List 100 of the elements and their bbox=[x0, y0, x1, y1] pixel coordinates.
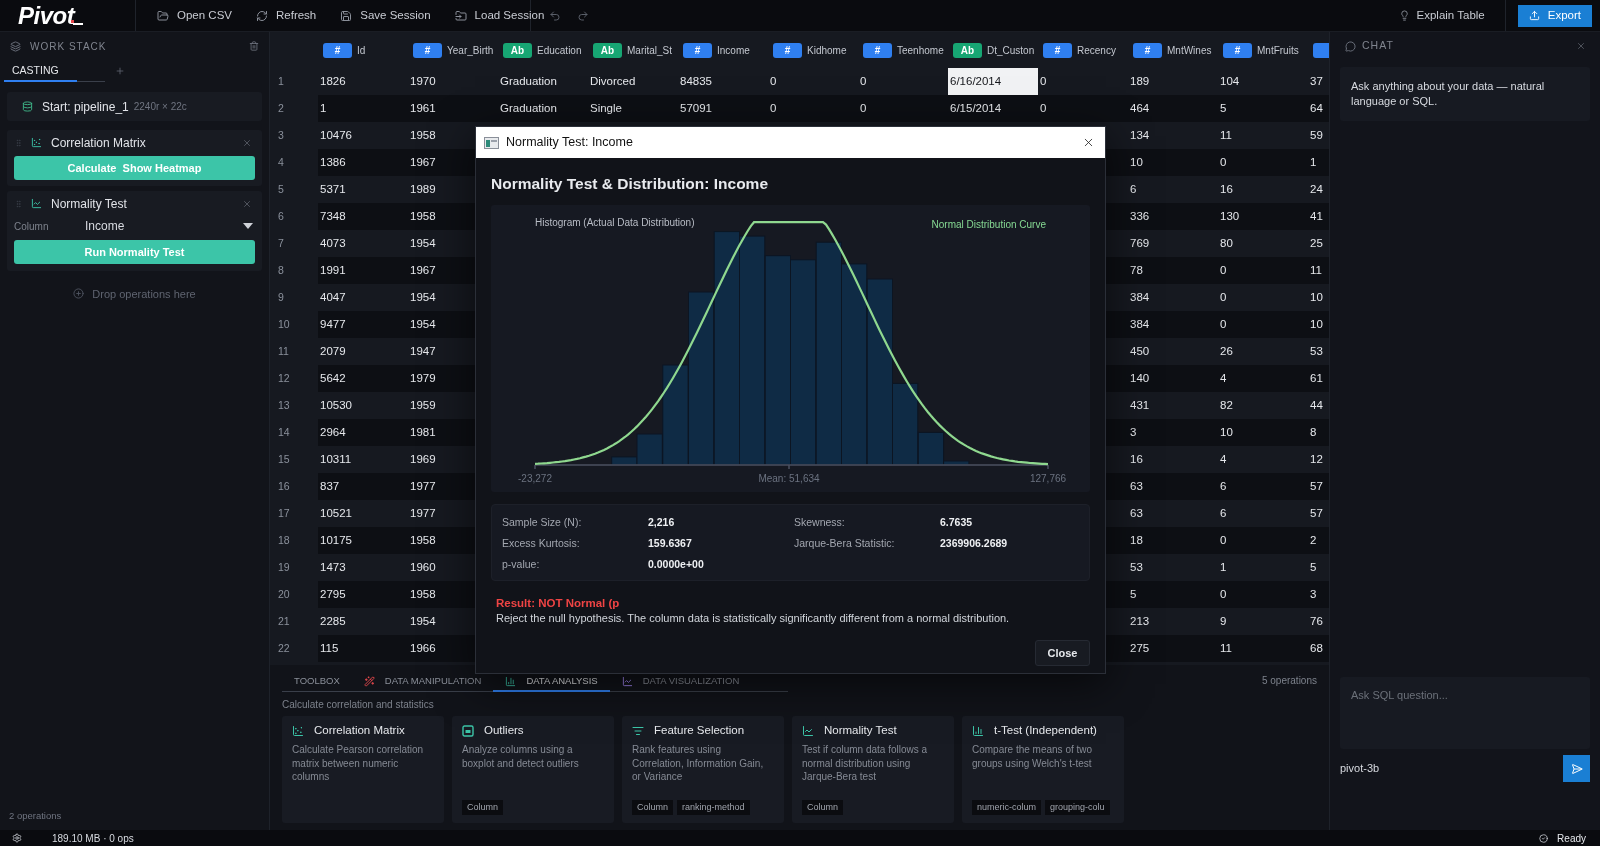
add-tab-icon[interactable] bbox=[115, 66, 125, 76]
table-cell[interactable]: 16 bbox=[1128, 446, 1218, 473]
trash-icon[interactable] bbox=[249, 41, 259, 51]
table-cell[interactable]: 275 bbox=[1128, 635, 1218, 662]
table-cell[interactable]: 18 bbox=[1128, 527, 1218, 554]
table-cell[interactable]: 140 bbox=[1128, 365, 1218, 392]
table-cell[interactable]: 5 bbox=[1128, 581, 1218, 608]
table-cell[interactable]: 25 bbox=[1308, 230, 1329, 257]
table-cell[interactable]: 0 bbox=[1218, 527, 1308, 554]
table-cell[interactable]: 5371 bbox=[318, 176, 408, 203]
table-cell[interactable]: 84835 bbox=[678, 68, 768, 95]
toolbar-button[interactable]: Refresh bbox=[247, 3, 326, 28]
close-icon[interactable] bbox=[1082, 136, 1095, 149]
tool-card[interactable]: t-Test (Independent) Compare the means of two groups using Welch's t-test numeric-colum grouping-colu bbox=[962, 716, 1124, 823]
table-cell[interactable]: 464 bbox=[1128, 95, 1218, 122]
table-cell[interactable]: 44 bbox=[1308, 392, 1329, 419]
table-cell[interactable]: 0 bbox=[1218, 257, 1308, 284]
table-cell[interactable]: 134 bbox=[1128, 122, 1218, 149]
table-cell[interactable]: 1826 bbox=[318, 68, 408, 95]
column-name[interactable]: Year_Birth bbox=[447, 42, 494, 58]
table-cell[interactable]: 2285 bbox=[318, 608, 408, 635]
table-cell[interactable]: 1970 bbox=[408, 68, 498, 95]
column-select[interactable]: Income bbox=[85, 217, 255, 236]
table-cell[interactable]: 53 bbox=[1128, 554, 1218, 581]
table-cell[interactable]: 450 bbox=[1128, 338, 1218, 365]
table-cell[interactable]: 6 bbox=[1128, 176, 1218, 203]
table-cell[interactable]: 2795 bbox=[318, 581, 408, 608]
table-cell[interactable]: 0 bbox=[858, 68, 948, 95]
table-cell[interactable]: 7348 bbox=[318, 203, 408, 230]
table-cell[interactable]: 80 bbox=[1218, 230, 1308, 257]
table-cell[interactable]: 59 bbox=[1308, 122, 1329, 149]
column-name[interactable]: Dt_Custon bbox=[987, 42, 1035, 58]
table-cell[interactable]: 769 bbox=[1128, 230, 1218, 257]
table-cell[interactable]: 1 bbox=[1308, 149, 1329, 176]
table-cell[interactable]: 4 bbox=[1218, 446, 1308, 473]
category-tab[interactable]: DATA MANIPULATION bbox=[351, 673, 494, 692]
send-button[interactable] bbox=[1563, 755, 1590, 782]
export-button[interactable]: Export bbox=[1517, 4, 1592, 27]
close-button[interactable]: Close bbox=[1035, 640, 1090, 666]
table-cell[interactable]: 0 bbox=[768, 68, 858, 95]
table-cell[interactable]: 0 bbox=[858, 95, 948, 122]
table-cell[interactable]: 1991 bbox=[318, 257, 408, 284]
column-name[interactable]: MntWines bbox=[1167, 42, 1212, 58]
table-cell[interactable]: 57 bbox=[1308, 473, 1329, 500]
table-cell[interactable]: 10476 bbox=[318, 122, 408, 149]
redo-icon[interactable] bbox=[577, 9, 589, 22]
table-cell[interactable]: 3 bbox=[1308, 581, 1329, 608]
table-cell[interactable]: 8 bbox=[1308, 419, 1329, 446]
column-name[interactable]: Teenhome bbox=[897, 42, 944, 58]
table-cell[interactable]: 61 bbox=[1308, 365, 1329, 392]
table-cell[interactable]: 10311 bbox=[318, 446, 408, 473]
column-name[interactable]: Id bbox=[357, 42, 366, 58]
table-cell[interactable]: 4 bbox=[1218, 365, 1308, 392]
table-cell[interactable]: 24 bbox=[1308, 176, 1329, 203]
table-cell[interactable]: 12 bbox=[1308, 446, 1329, 473]
table-cell[interactable]: 78 bbox=[1128, 257, 1218, 284]
table-cell[interactable]: 0 bbox=[1038, 68, 1128, 95]
table-cell[interactable]: 2964 bbox=[318, 419, 408, 446]
table-cell[interactable]: 0 bbox=[1218, 581, 1308, 608]
table-cell[interactable]: 57091 bbox=[678, 95, 768, 122]
column-name[interactable]: Income bbox=[717, 42, 750, 58]
table-cell[interactable]: Graduation bbox=[498, 68, 588, 95]
table-cell[interactable]: 10 bbox=[1128, 149, 1218, 176]
table-cell[interactable]: 9 bbox=[1218, 608, 1308, 635]
column-name[interactable]: Recency bbox=[1077, 42, 1116, 58]
column-name[interactable]: Kidhome bbox=[807, 42, 847, 58]
tool-card[interactable]: Feature Selection Rank features using Correlation, Information Gain, or Variance Column ranking-method bbox=[622, 716, 784, 823]
table-cell[interactable]: 6 bbox=[1218, 473, 1308, 500]
table-cell[interactable]: 41 bbox=[1308, 203, 1329, 230]
table-cell[interactable]: 1961 bbox=[408, 95, 498, 122]
table-cell[interactable]: 1473 bbox=[318, 554, 408, 581]
explain-table-button[interactable]: Explain Table bbox=[1392, 3, 1491, 28]
table-cell[interactable]: 0 bbox=[1038, 95, 1128, 122]
table-cell[interactable]: 4047 bbox=[318, 284, 408, 311]
column-name[interactable]: MntFruits bbox=[1257, 42, 1299, 58]
table-cell[interactable]: 64 bbox=[1308, 95, 1329, 122]
table-cell[interactable]: 384 bbox=[1128, 284, 1218, 311]
table-cell[interactable]: 10 bbox=[1218, 419, 1308, 446]
toolbar-button[interactable]: Open CSV bbox=[148, 3, 241, 28]
table-cell[interactable]: 213 bbox=[1128, 608, 1218, 635]
table-cell[interactable]: 431 bbox=[1128, 392, 1218, 419]
toolbar-button[interactable]: Save Session bbox=[331, 3, 440, 28]
table-cell[interactable]: 2079 bbox=[318, 338, 408, 365]
table-cell[interactable]: 53 bbox=[1308, 338, 1329, 365]
table-cell[interactable]: 10521 bbox=[318, 500, 408, 527]
table-cell[interactable]: 5642 bbox=[318, 365, 408, 392]
table-cell[interactable]: 1 bbox=[1218, 554, 1308, 581]
table-cell[interactable]: 0 bbox=[1218, 311, 1308, 338]
tool-card[interactable]: Normality Test Test if column data follows a normal distribution using Jarque-Bera test Column bbox=[792, 716, 954, 823]
stack-tab[interactable]: CASTING bbox=[4, 61, 77, 82]
table-cell[interactable]: 5 bbox=[1308, 554, 1329, 581]
table-cell[interactable]: 0 bbox=[1218, 284, 1308, 311]
drag-handle-icon[interactable] bbox=[14, 137, 23, 148]
toolbar-button[interactable]: Load Session bbox=[445, 3, 554, 28]
table-cell[interactable]: Single bbox=[588, 95, 678, 122]
table-cell[interactable]: 68 bbox=[1308, 635, 1329, 662]
table-cell[interactable]: 11 bbox=[1218, 635, 1308, 662]
table-cell[interactable]: 4073 bbox=[318, 230, 408, 257]
table-cell[interactable]: 82 bbox=[1218, 392, 1308, 419]
table-cell[interactable]: 76 bbox=[1308, 608, 1329, 635]
